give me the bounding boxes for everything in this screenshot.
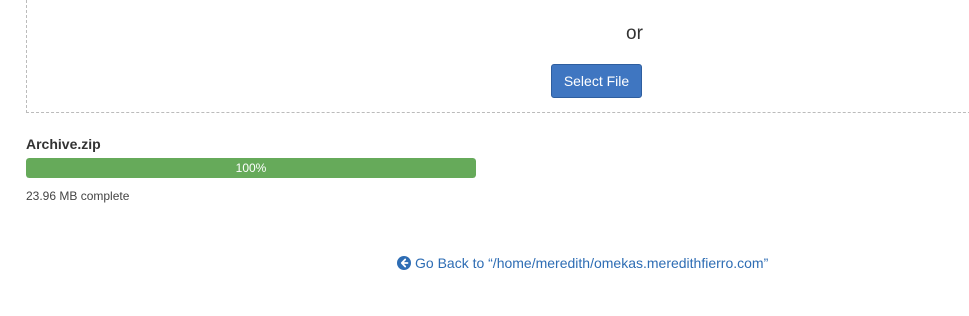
- go-back-link[interactable]: Go Back to “/home/meredith/omekas.meredi…: [397, 255, 768, 271]
- upload-progress-label: 100%: [235, 161, 267, 175]
- upload-status-text: 23.96 MB complete: [26, 189, 130, 203]
- upload-progress-bar: 100%: [26, 158, 476, 178]
- or-separator: or: [626, 23, 643, 44]
- arrow-circle-left-icon: [397, 256, 411, 270]
- upload-progress-fill: 100%: [26, 158, 476, 178]
- select-file-button[interactable]: Select File: [551, 64, 642, 98]
- go-back-label: Go Back to “/home/meredith/omekas.meredi…: [415, 255, 769, 271]
- file-drop-zone[interactable]: or Select File: [26, 0, 969, 113]
- upload-page: or Select File Archive.zip 100% 23.96 MB…: [0, 0, 969, 316]
- uploaded-file-name: Archive.zip: [26, 136, 101, 152]
